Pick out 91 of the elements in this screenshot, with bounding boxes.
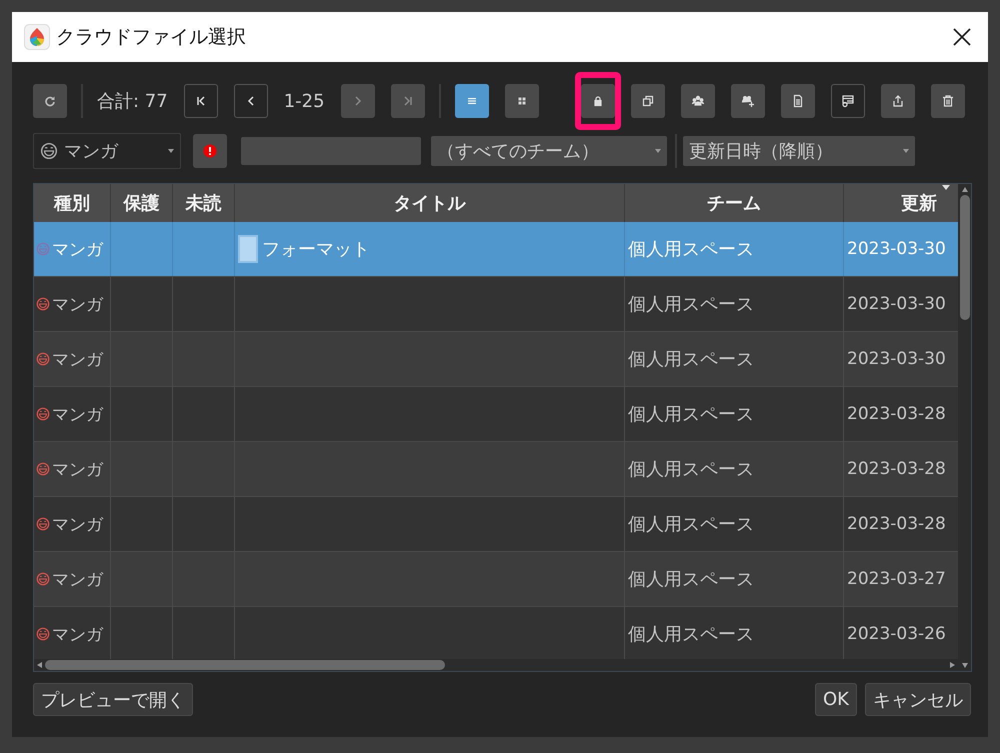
type-label: マンガ [52,514,103,536]
file-title: フォーマット [262,238,370,261]
updated-date: 2023-03-30 [847,294,946,314]
category-dropdown[interactable]: マンガ [33,133,181,169]
team-name: 個人用スペース [628,568,754,591]
caret-icon [903,149,909,153]
form-button[interactable] [830,84,865,118]
column-header[interactable]: 更新 [844,184,958,222]
form-icon [840,94,855,108]
list-icon [466,95,478,107]
first-page-button[interactable] [184,84,218,118]
app-logo-icon [24,24,50,50]
laughing-face-icon [36,462,50,476]
search-field[interactable] [241,137,421,165]
refresh-icon [44,95,56,107]
scroll-left-icon[interactable] [37,662,42,668]
laughing-face-icon [36,517,50,531]
caret-icon [655,149,661,153]
open-preview-button[interactable]: プレビューで開く [33,683,193,716]
alert-icon [203,144,217,158]
type-label: マンガ [52,458,103,480]
table-row[interactable]: マンガ 個人用スペース 2023-03-26 [34,607,958,659]
last-page-icon [402,95,414,107]
team-add-button[interactable] [730,84,765,118]
scroll-right-icon[interactable] [950,662,955,668]
updated-date: 2023-03-28 [847,514,946,534]
team-name: 個人用スペース [628,348,754,371]
cancel-button[interactable]: キャンセル [865,683,971,716]
sort-arrow-icon [942,185,950,190]
table-row[interactable]: マンガ 個人用スペース 2023-03-28 [34,442,958,497]
table-row[interactable]: マンガ 個人用スペース 2023-03-28 [34,387,958,442]
updated-date: 2023-03-30 [847,239,946,259]
laughing-face-icon [36,352,50,366]
horizontal-scrollbar[interactable] [34,659,958,671]
type-label: マンガ [52,238,103,260]
laughing-face-icon [40,142,58,160]
close-icon[interactable] [952,27,972,47]
list-view-button[interactable] [454,84,489,118]
thumbnail-icon [238,235,258,263]
laughing-face-icon [36,297,50,311]
grid-view-button[interactable] [504,84,539,118]
vertical-scrollbar[interactable] [958,184,971,671]
laughing-face-icon [36,572,50,586]
ok-button[interactable]: OK [815,683,857,716]
caret-icon [168,149,174,153]
team-name: 個人用スペース [628,293,754,316]
team-name: 個人用スペース [628,403,754,426]
sort-dropdown[interactable]: 更新日時（降順） [683,136,915,166]
type-label: マンガ [52,404,103,426]
grid-icon [516,95,528,107]
table-row[interactable]: マンガ 個人用スペース 2023-03-27 [34,552,958,607]
scroll-up-icon[interactable] [962,187,968,192]
type-label: マンガ [52,624,103,646]
add-people-icon [740,94,755,108]
total-count: 合計: 77 [97,90,168,113]
window-title: クラウドファイル選択 [56,25,247,50]
people-icon [690,94,705,108]
updated-date: 2023-03-28 [847,459,946,479]
lock-button[interactable] [580,84,615,118]
updated-date: 2023-03-27 [847,569,946,589]
share-icon [890,94,905,108]
copy-icon [640,94,655,108]
team-button[interactable] [680,84,715,118]
copy-button[interactable] [630,84,665,118]
team-name: 個人用スペース [628,238,754,261]
laughing-face-icon [36,407,50,421]
first-page-icon [194,95,207,107]
updated-date: 2023-03-30 [847,349,946,369]
type-label: マンガ [52,568,103,590]
trash-button[interactable] [930,84,965,118]
scrollbar-thumb[interactable] [45,660,445,670]
share-button[interactable] [880,84,915,118]
team-name: 個人用スペース [628,623,754,646]
team-name: 個人用スペース [628,458,754,481]
type-label: マンガ [52,348,103,370]
team-name: 個人用スペース [628,513,754,536]
updated-date: 2023-03-28 [847,404,946,424]
refresh-button[interactable] [33,84,67,118]
laughing-face-icon [36,627,50,641]
laughing-face-icon [36,242,50,256]
scrollbar-thumb[interactable] [960,195,970,320]
trash-icon [940,94,955,108]
page-range: 1-25 [284,90,325,112]
type-label: マンガ [52,294,103,316]
table-row[interactable]: マンガ 個人用スペース 2023-03-30 [34,277,958,332]
scroll-down-icon[interactable] [962,663,968,668]
table-row[interactable]: マンガ 個人用スペース 2023-03-30 [34,332,958,387]
team-dropdown[interactable]: （すべてのチーム） [431,136,667,166]
document-button[interactable] [780,84,815,118]
updated-date: 2023-03-26 [847,624,946,644]
table-row[interactable]: マンガ 個人用スペース 2023-03-28 [34,497,958,552]
